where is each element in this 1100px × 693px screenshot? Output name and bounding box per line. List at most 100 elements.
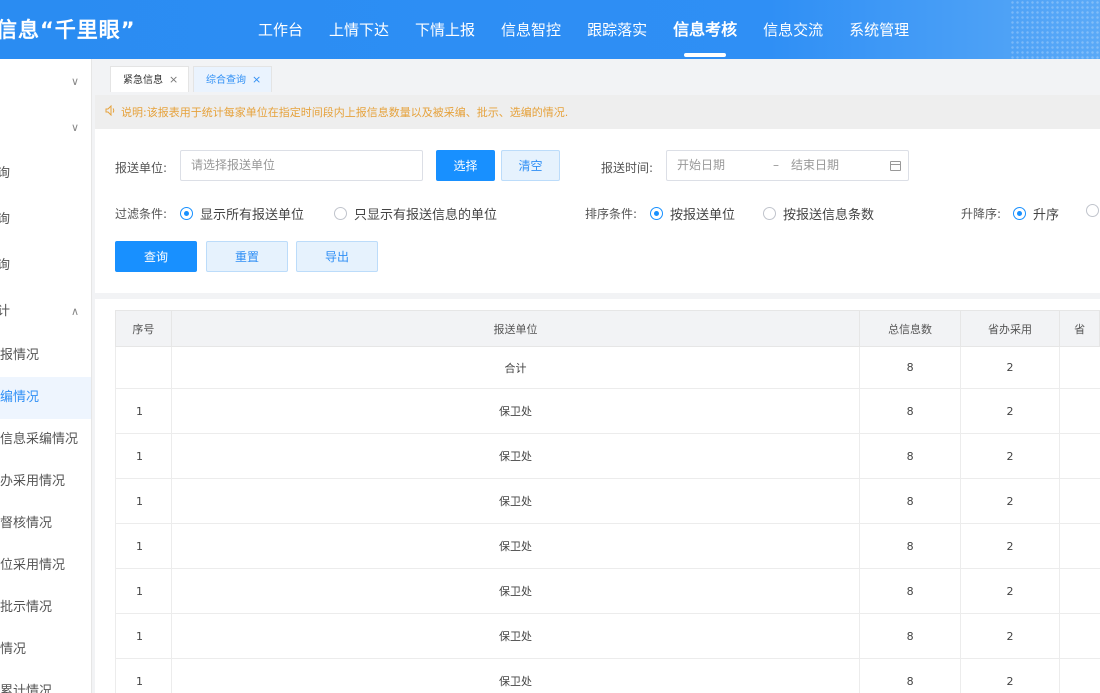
select-button[interactable]: 选择 [436, 150, 495, 181]
filter-has-info-radio[interactable]: 只显示有报送信息的单位 [334, 204, 497, 223]
sidebar-item-cumulative[interactable]: 累计情况 [0, 671, 91, 693]
row-adopted: 2 [959, 478, 1060, 524]
order-label: 升降序: [961, 207, 1002, 221]
tab-urgent-info[interactable]: 紧急信息 × [110, 66, 190, 92]
row-extra [1059, 613, 1100, 659]
row-index: 1 [115, 433, 172, 479]
row-index: 1 [115, 388, 172, 434]
row-index: 1 [115, 478, 172, 524]
unit-input[interactable]: 请选择报送单位 [180, 150, 423, 181]
order-desc-radio[interactable] [1086, 204, 1100, 217]
nav-exchange[interactable]: 信息交流 [763, 0, 823, 59]
col-adopted[interactable]: 省办采用 [959, 310, 1061, 347]
chevron-down-icon: ∨ [70, 121, 79, 134]
notice-text: 说明:该报表用于统计每家单位在指定时间段内上报信息数量以及被采编、批示、选编的情… [121, 106, 569, 119]
reset-button[interactable]: 重置 [206, 241, 288, 272]
sidebar-item-verify[interactable]: 督核情况 [0, 503, 91, 545]
query-button[interactable]: 查询 [115, 241, 197, 272]
sort-by-count-radio[interactable]: 按报送信息条数 [763, 204, 874, 223]
end-date-placeholder: 结束日期 [791, 158, 840, 172]
col-index[interactable]: 序号 [115, 310, 172, 347]
col-unit[interactable]: 报送单位 [170, 310, 861, 347]
sidebar-item-query-2[interactable]: 询 [0, 197, 91, 243]
summary-index [115, 346, 172, 389]
start-date-placeholder: 开始日期 [677, 158, 726, 172]
table-row[interactable]: 1 保卫处 8 2 [115, 478, 1100, 524]
row-total: 8 [859, 613, 961, 659]
sidebar-item-query-3[interactable]: 询 [0, 243, 91, 289]
radio-label: 显示所有报送单位 [200, 208, 305, 223]
tab-bar: 紧急信息 × 综合查询 × [95, 59, 1100, 95]
row-unit: 保卫处 [170, 658, 860, 693]
nav-bottom-up[interactable]: 下情上报 [415, 0, 475, 59]
nav-top-down[interactable]: 上情下达 [329, 0, 389, 59]
row-adopted: 2 [959, 568, 1060, 614]
col-total[interactable]: 总信息数 [859, 310, 961, 347]
sidebar-item-instruction[interactable]: 批示情况 [0, 587, 91, 629]
row-adopted: 2 [959, 658, 1060, 693]
table-row[interactable]: 1 保卫处 8 2 [115, 568, 1100, 614]
sort-label: 排序条件: [585, 207, 638, 221]
row-extra [1059, 388, 1100, 434]
radio-dot [1086, 204, 1099, 217]
main-nav: 工作台 上情下达 下情上报 信息智控 跟踪落实 信息考核 信息交流 系统管理 [258, 0, 935, 59]
speaker-icon [105, 95, 117, 129]
close-icon[interactable]: × [169, 73, 178, 86]
export-button[interactable]: 导出 [296, 241, 378, 272]
sidebar-item-label: 批示情况 [0, 600, 53, 615]
sidebar-item-info-compile[interactable]: 信息采编情况 [0, 419, 91, 461]
sidebar-item-label: 累计情况 [0, 684, 53, 693]
sidebar-item-query-1[interactable]: 询 [0, 151, 91, 197]
filter-all-radio[interactable]: 显示所有报送单位 [180, 204, 304, 223]
row-unit: 保卫处 [170, 613, 860, 659]
clear-button[interactable]: 清空 [501, 150, 560, 181]
row-extra [1059, 658, 1100, 693]
tab-comprehensive-query[interactable]: 综合查询 × [193, 66, 273, 92]
tab-label: 紧急信息 [123, 75, 163, 86]
nav-tracking[interactable]: 跟踪落实 [587, 0, 647, 59]
radio-dot [180, 207, 193, 220]
row-unit: 保卫处 [170, 478, 860, 524]
tab-label: 综合查询 [206, 75, 246, 86]
radio-label: 只显示有报送信息的单位 [354, 208, 498, 223]
table-row[interactable]: 1 保卫处 8 2 [115, 388, 1100, 434]
app-title: 信息“千里眼” [0, 18, 136, 42]
sidebar-item-label: 询 [0, 197, 10, 243]
nav-assessment[interactable]: 信息考核 [673, 0, 737, 59]
sidebar-group-statistics[interactable]: 计 ∧ [0, 289, 91, 335]
row-unit: 保卫处 [170, 568, 860, 614]
table-row[interactable]: 1 保卫处 8 2 [115, 613, 1100, 659]
date-range-input[interactable]: 开始日期 – 结束日期 [666, 150, 909, 181]
row-total: 8 [859, 433, 961, 479]
radio-dot [1013, 207, 1026, 220]
nav-workbench[interactable]: 工作台 [258, 0, 303, 59]
close-icon[interactable]: × [252, 73, 261, 86]
sidebar-item-label: 计 [0, 289, 10, 335]
sidebar-group-1[interactable]: ∨ [0, 59, 91, 105]
nav-system[interactable]: 系统管理 [849, 0, 909, 59]
radio-dot [650, 207, 663, 220]
row-unit: 保卫处 [170, 433, 860, 479]
sidebar-item-compile[interactable]: 编情况 [0, 377, 91, 419]
sidebar-item-label: 报情况 [0, 348, 40, 363]
table-row[interactable]: 1 保卫处 8 2 [115, 433, 1100, 479]
sidebar-item-situation[interactable]: 情况 [0, 629, 91, 671]
order-asc-radio[interactable]: 升序 [1013, 204, 1059, 223]
sidebar-item-adoption[interactable]: 办采用情况 [0, 461, 91, 503]
header-decoration [1010, 0, 1100, 59]
chevron-up-icon: ∧ [70, 305, 79, 318]
col-partial[interactable]: 省 [1059, 310, 1100, 347]
row-adopted: 2 [959, 613, 1060, 659]
nav-smart-control[interactable]: 信息智控 [501, 0, 561, 59]
calendar-icon [890, 161, 901, 171]
table-row[interactable]: 1 保卫处 8 2 [115, 523, 1100, 569]
sort-by-unit-radio[interactable]: 按报送单位 [650, 204, 735, 223]
table-row[interactable]: 1 保卫处 8 2 [115, 658, 1100, 693]
sidebar-item-report[interactable]: 报情况 [0, 335, 91, 377]
row-unit: 保卫处 [170, 388, 860, 434]
summary-adopted: 2 [959, 346, 1060, 389]
sidebar-group-2[interactable]: ∨ [0, 105, 91, 151]
row-index: 1 [115, 658, 172, 693]
sidebar: ∨ ∨ 询 询 询 计 ∧ 报情况 编情况 信息采编情况 办采用情况 督核情况 … [0, 59, 92, 693]
sidebar-item-unit-adoption[interactable]: 位采用情况 [0, 545, 91, 587]
